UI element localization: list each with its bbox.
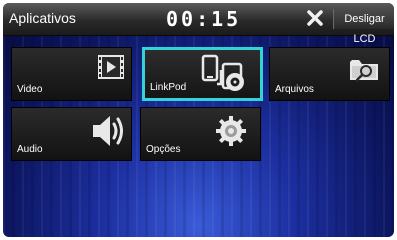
folder-search-icon (350, 60, 378, 82)
turn-off-lcd-button[interactable]: Desligar LCD (333, 9, 394, 45)
app-screen: Aplicativos 00:15 Desligar LCD Video Lin… (3, 3, 394, 237)
video-icon (98, 55, 124, 79)
close-icon (307, 10, 323, 26)
tile-video[interactable]: Video (11, 47, 132, 101)
close-button[interactable] (306, 9, 324, 27)
tile-label: Video (17, 84, 43, 95)
tile-arquivos[interactable]: Arquivos (269, 47, 390, 101)
gear-icon (216, 116, 246, 146)
tile-opcoes[interactable]: Opções (140, 107, 261, 161)
tile-linkpod[interactable]: LinkPod (142, 47, 263, 101)
speaker-icon (93, 116, 123, 146)
tile-label: Audio (17, 144, 43, 155)
page-title: Aplicativos (9, 10, 76, 26)
clock: 00:15 (166, 7, 242, 31)
tile-label: Arquivos (275, 84, 314, 95)
linkpod-icon (201, 54, 244, 91)
tile-audio[interactable]: Audio (11, 107, 132, 161)
top-bar: Aplicativos 00:15 Desligar LCD (3, 3, 394, 45)
tile-label: LinkPod (150, 82, 187, 93)
tile-label: Opções (146, 144, 181, 155)
